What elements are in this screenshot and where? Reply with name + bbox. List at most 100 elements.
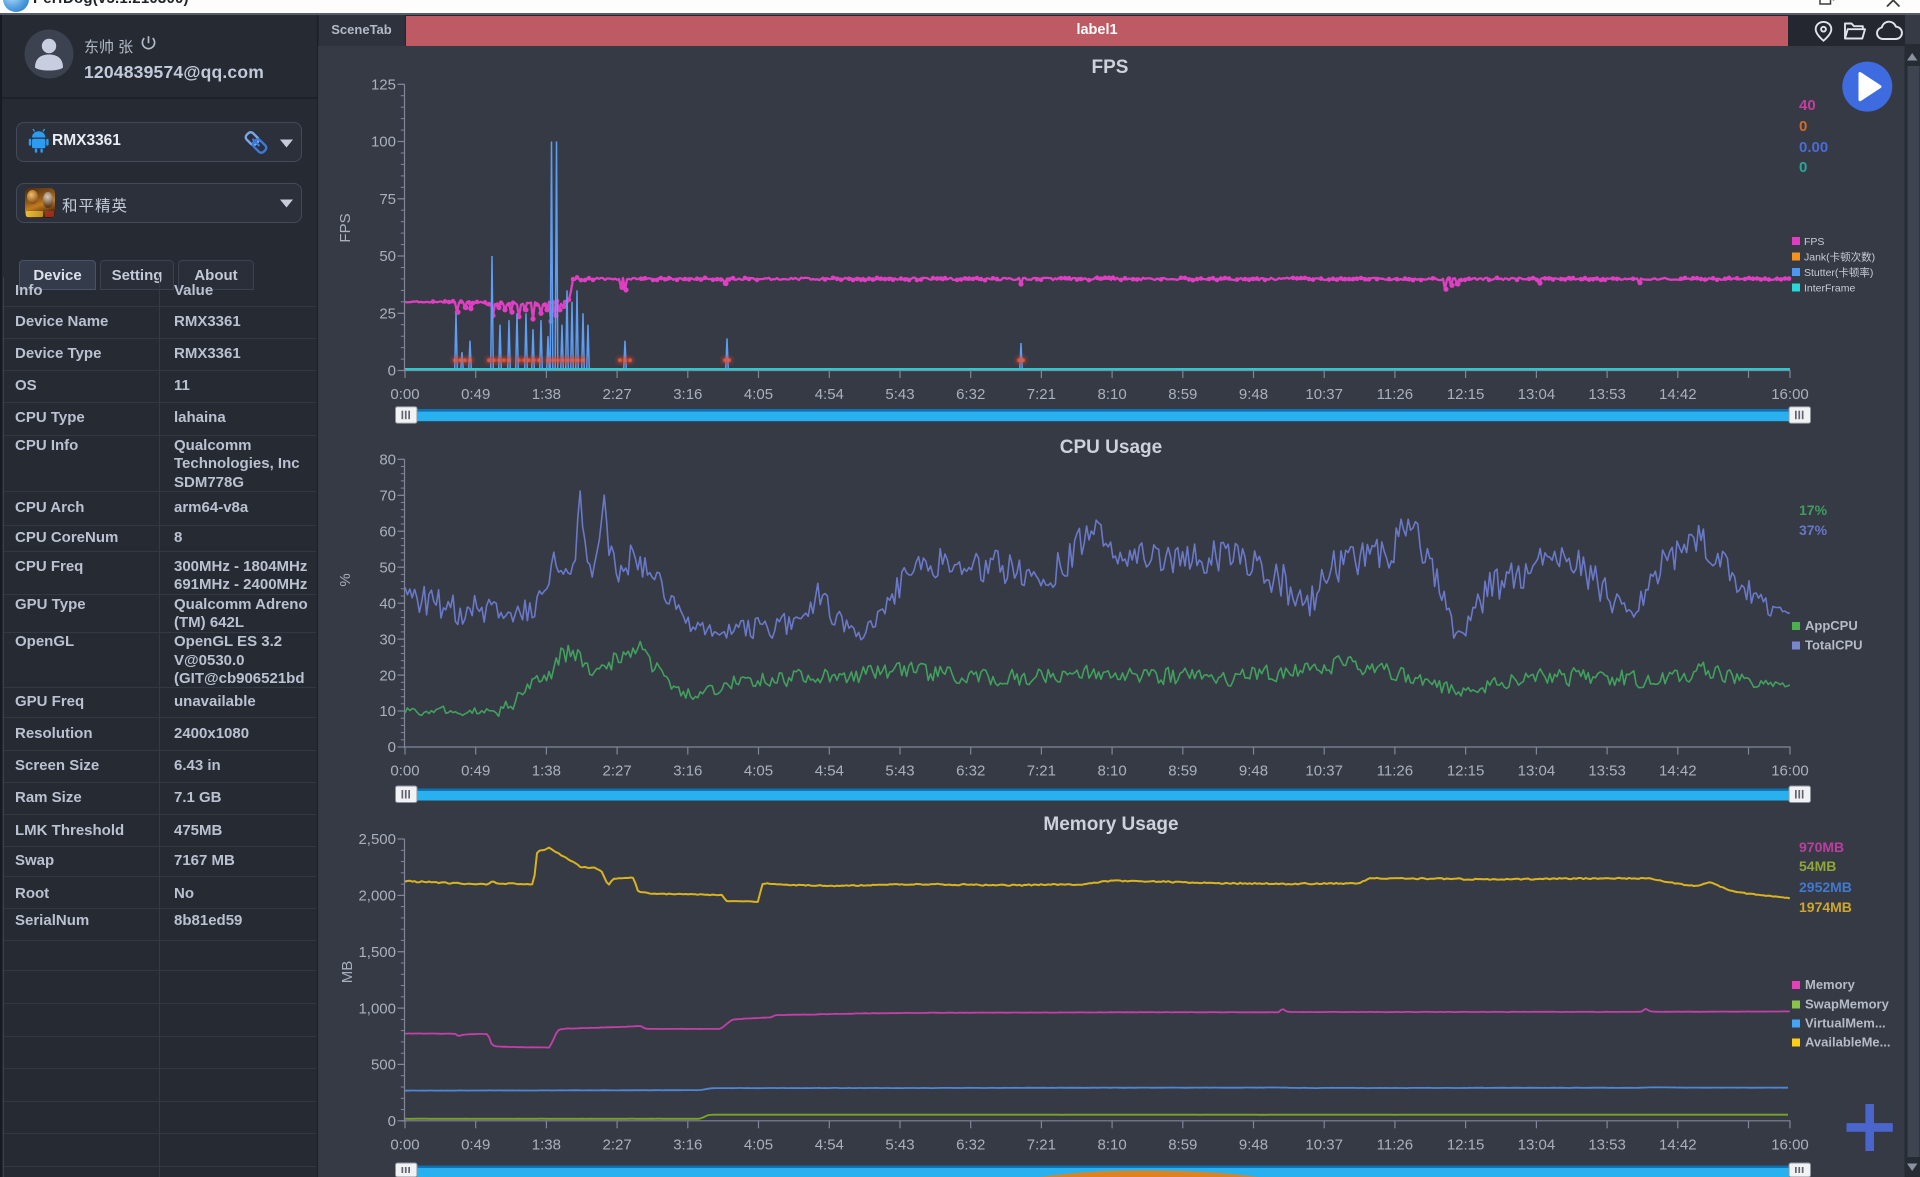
svg-text:8:59: 8:59 bbox=[1168, 386, 1197, 403]
svg-text:12:15: 12:15 bbox=[1447, 386, 1485, 403]
svg-text:60: 60 bbox=[379, 523, 396, 540]
svg-text:16:00: 16:00 bbox=[1771, 1136, 1809, 1153]
svg-text:1:38: 1:38 bbox=[532, 1136, 561, 1153]
svg-text:TotalCPU: TotalCPU bbox=[1805, 638, 1863, 653]
svg-text:0:00: 0:00 bbox=[390, 763, 419, 780]
svg-text:0:00: 0:00 bbox=[390, 386, 419, 403]
svg-text:SwapMemory: SwapMemory bbox=[1805, 997, 1890, 1012]
svg-text:7:21: 7:21 bbox=[1027, 763, 1056, 780]
svg-text:0.00: 0.00 bbox=[1799, 139, 1828, 156]
svg-text:13:53: 13:53 bbox=[1588, 763, 1626, 780]
svg-text:CPU Usage: CPU Usage bbox=[1060, 437, 1162, 458]
svg-text:3:16: 3:16 bbox=[673, 1136, 702, 1153]
svg-text:4:05: 4:05 bbox=[744, 763, 773, 780]
svg-text:8:10: 8:10 bbox=[1097, 386, 1126, 403]
svg-text:MB: MB bbox=[339, 961, 356, 984]
svg-text:12:15: 12:15 bbox=[1447, 763, 1485, 780]
svg-text:10: 10 bbox=[379, 703, 396, 720]
svg-text:16:00: 16:00 bbox=[1771, 386, 1809, 403]
svg-text:5:43: 5:43 bbox=[885, 763, 914, 780]
svg-text:970MB: 970MB bbox=[1799, 839, 1844, 855]
svg-text:0:00: 0:00 bbox=[390, 1136, 419, 1153]
svg-text:50: 50 bbox=[379, 248, 396, 265]
svg-text:14:42: 14:42 bbox=[1659, 1136, 1697, 1153]
svg-text:11:26: 11:26 bbox=[1377, 763, 1413, 780]
svg-text:Memory Usage: Memory Usage bbox=[1043, 814, 1178, 835]
svg-text:8:10: 8:10 bbox=[1097, 763, 1126, 780]
svg-text:6:32: 6:32 bbox=[956, 386, 985, 403]
svg-text:70: 70 bbox=[379, 488, 396, 505]
svg-text:Jank(卡顿次数): Jank(卡顿次数) bbox=[1804, 251, 1875, 264]
svg-text:11:26: 11:26 bbox=[1377, 1136, 1413, 1153]
svg-text:6:32: 6:32 bbox=[956, 1136, 985, 1153]
svg-text:17%: 17% bbox=[1799, 502, 1828, 518]
svg-text:3:16: 3:16 bbox=[673, 386, 702, 403]
svg-text:11:26: 11:26 bbox=[1377, 386, 1413, 403]
svg-text:InterFrame: InterFrame bbox=[1804, 283, 1856, 295]
svg-text:10:37: 10:37 bbox=[1305, 386, 1343, 403]
svg-text:FPS: FPS bbox=[337, 213, 354, 242]
svg-text:7:21: 7:21 bbox=[1027, 1136, 1056, 1153]
svg-text:12:15: 12:15 bbox=[1447, 1136, 1485, 1153]
svg-text:0: 0 bbox=[1799, 118, 1807, 135]
svg-text:54MB: 54MB bbox=[1799, 858, 1836, 874]
svg-text:2:27: 2:27 bbox=[602, 1136, 631, 1153]
svg-text:Memory: Memory bbox=[1805, 977, 1856, 992]
svg-text:9:48: 9:48 bbox=[1239, 763, 1268, 780]
svg-text:80: 80 bbox=[379, 452, 396, 469]
svg-text:VirtualMem...: VirtualMem... bbox=[1805, 1016, 1886, 1031]
svg-text:4:54: 4:54 bbox=[815, 1136, 844, 1153]
svg-text:37%: 37% bbox=[1799, 522, 1828, 538]
svg-text:2952MB: 2952MB bbox=[1799, 879, 1852, 895]
svg-text:5:43: 5:43 bbox=[885, 386, 914, 403]
svg-text:13:04: 13:04 bbox=[1518, 386, 1556, 403]
svg-text:0: 0 bbox=[388, 1113, 396, 1130]
svg-text:30: 30 bbox=[379, 631, 396, 648]
svg-text:25: 25 bbox=[379, 306, 396, 323]
svg-text:8:59: 8:59 bbox=[1168, 1136, 1197, 1153]
svg-text:FPS: FPS bbox=[1092, 57, 1129, 78]
svg-text:50: 50 bbox=[379, 559, 396, 576]
svg-text:10:37: 10:37 bbox=[1305, 763, 1343, 780]
svg-text:9:48: 9:48 bbox=[1239, 386, 1268, 403]
svg-text:100: 100 bbox=[371, 134, 396, 151]
svg-text:500: 500 bbox=[371, 1057, 396, 1074]
svg-text:20: 20 bbox=[379, 667, 396, 684]
svg-text:3:16: 3:16 bbox=[673, 763, 702, 780]
svg-text:75: 75 bbox=[379, 191, 396, 208]
svg-text:14:42: 14:42 bbox=[1659, 763, 1697, 780]
svg-text:10:37: 10:37 bbox=[1305, 1136, 1343, 1153]
svg-text:%: % bbox=[337, 573, 354, 586]
svg-text:AppCPU: AppCPU bbox=[1805, 618, 1858, 633]
svg-text:14:42: 14:42 bbox=[1659, 386, 1697, 403]
svg-text:1:38: 1:38 bbox=[532, 386, 561, 403]
svg-text:0:49: 0:49 bbox=[461, 1136, 490, 1153]
svg-text:2:27: 2:27 bbox=[602, 386, 631, 403]
svg-text:0: 0 bbox=[1799, 159, 1807, 176]
svg-text:4:54: 4:54 bbox=[815, 763, 844, 780]
svg-text:40: 40 bbox=[379, 595, 396, 612]
svg-text:4:54: 4:54 bbox=[815, 386, 844, 403]
svg-text:8:59: 8:59 bbox=[1168, 763, 1197, 780]
svg-text:1:38: 1:38 bbox=[532, 763, 561, 780]
svg-text:13:53: 13:53 bbox=[1588, 1136, 1626, 1153]
svg-text:13:04: 13:04 bbox=[1518, 763, 1556, 780]
svg-text:2:27: 2:27 bbox=[602, 763, 631, 780]
svg-text:1,000: 1,000 bbox=[358, 1000, 396, 1017]
svg-text:9:48: 9:48 bbox=[1239, 1136, 1268, 1153]
svg-text:6:32: 6:32 bbox=[956, 763, 985, 780]
svg-text:Stutter(卡顿率): Stutter(卡顿率) bbox=[1804, 266, 1873, 279]
svg-text:7:21: 7:21 bbox=[1027, 386, 1056, 403]
svg-text:0: 0 bbox=[388, 739, 396, 756]
svg-text:0:49: 0:49 bbox=[461, 763, 490, 780]
svg-text:4:05: 4:05 bbox=[744, 1136, 773, 1153]
svg-text:0:49: 0:49 bbox=[461, 386, 490, 403]
svg-text:FPS: FPS bbox=[1804, 236, 1824, 248]
svg-text:8:10: 8:10 bbox=[1097, 1136, 1126, 1153]
svg-text:1,500: 1,500 bbox=[358, 944, 396, 961]
svg-text:2,500: 2,500 bbox=[358, 831, 396, 848]
svg-text:2,000: 2,000 bbox=[358, 888, 396, 905]
svg-text:1974MB: 1974MB bbox=[1799, 899, 1852, 915]
svg-text:AvailableMe...: AvailableMe... bbox=[1805, 1035, 1891, 1050]
svg-text:5:43: 5:43 bbox=[885, 1136, 914, 1153]
